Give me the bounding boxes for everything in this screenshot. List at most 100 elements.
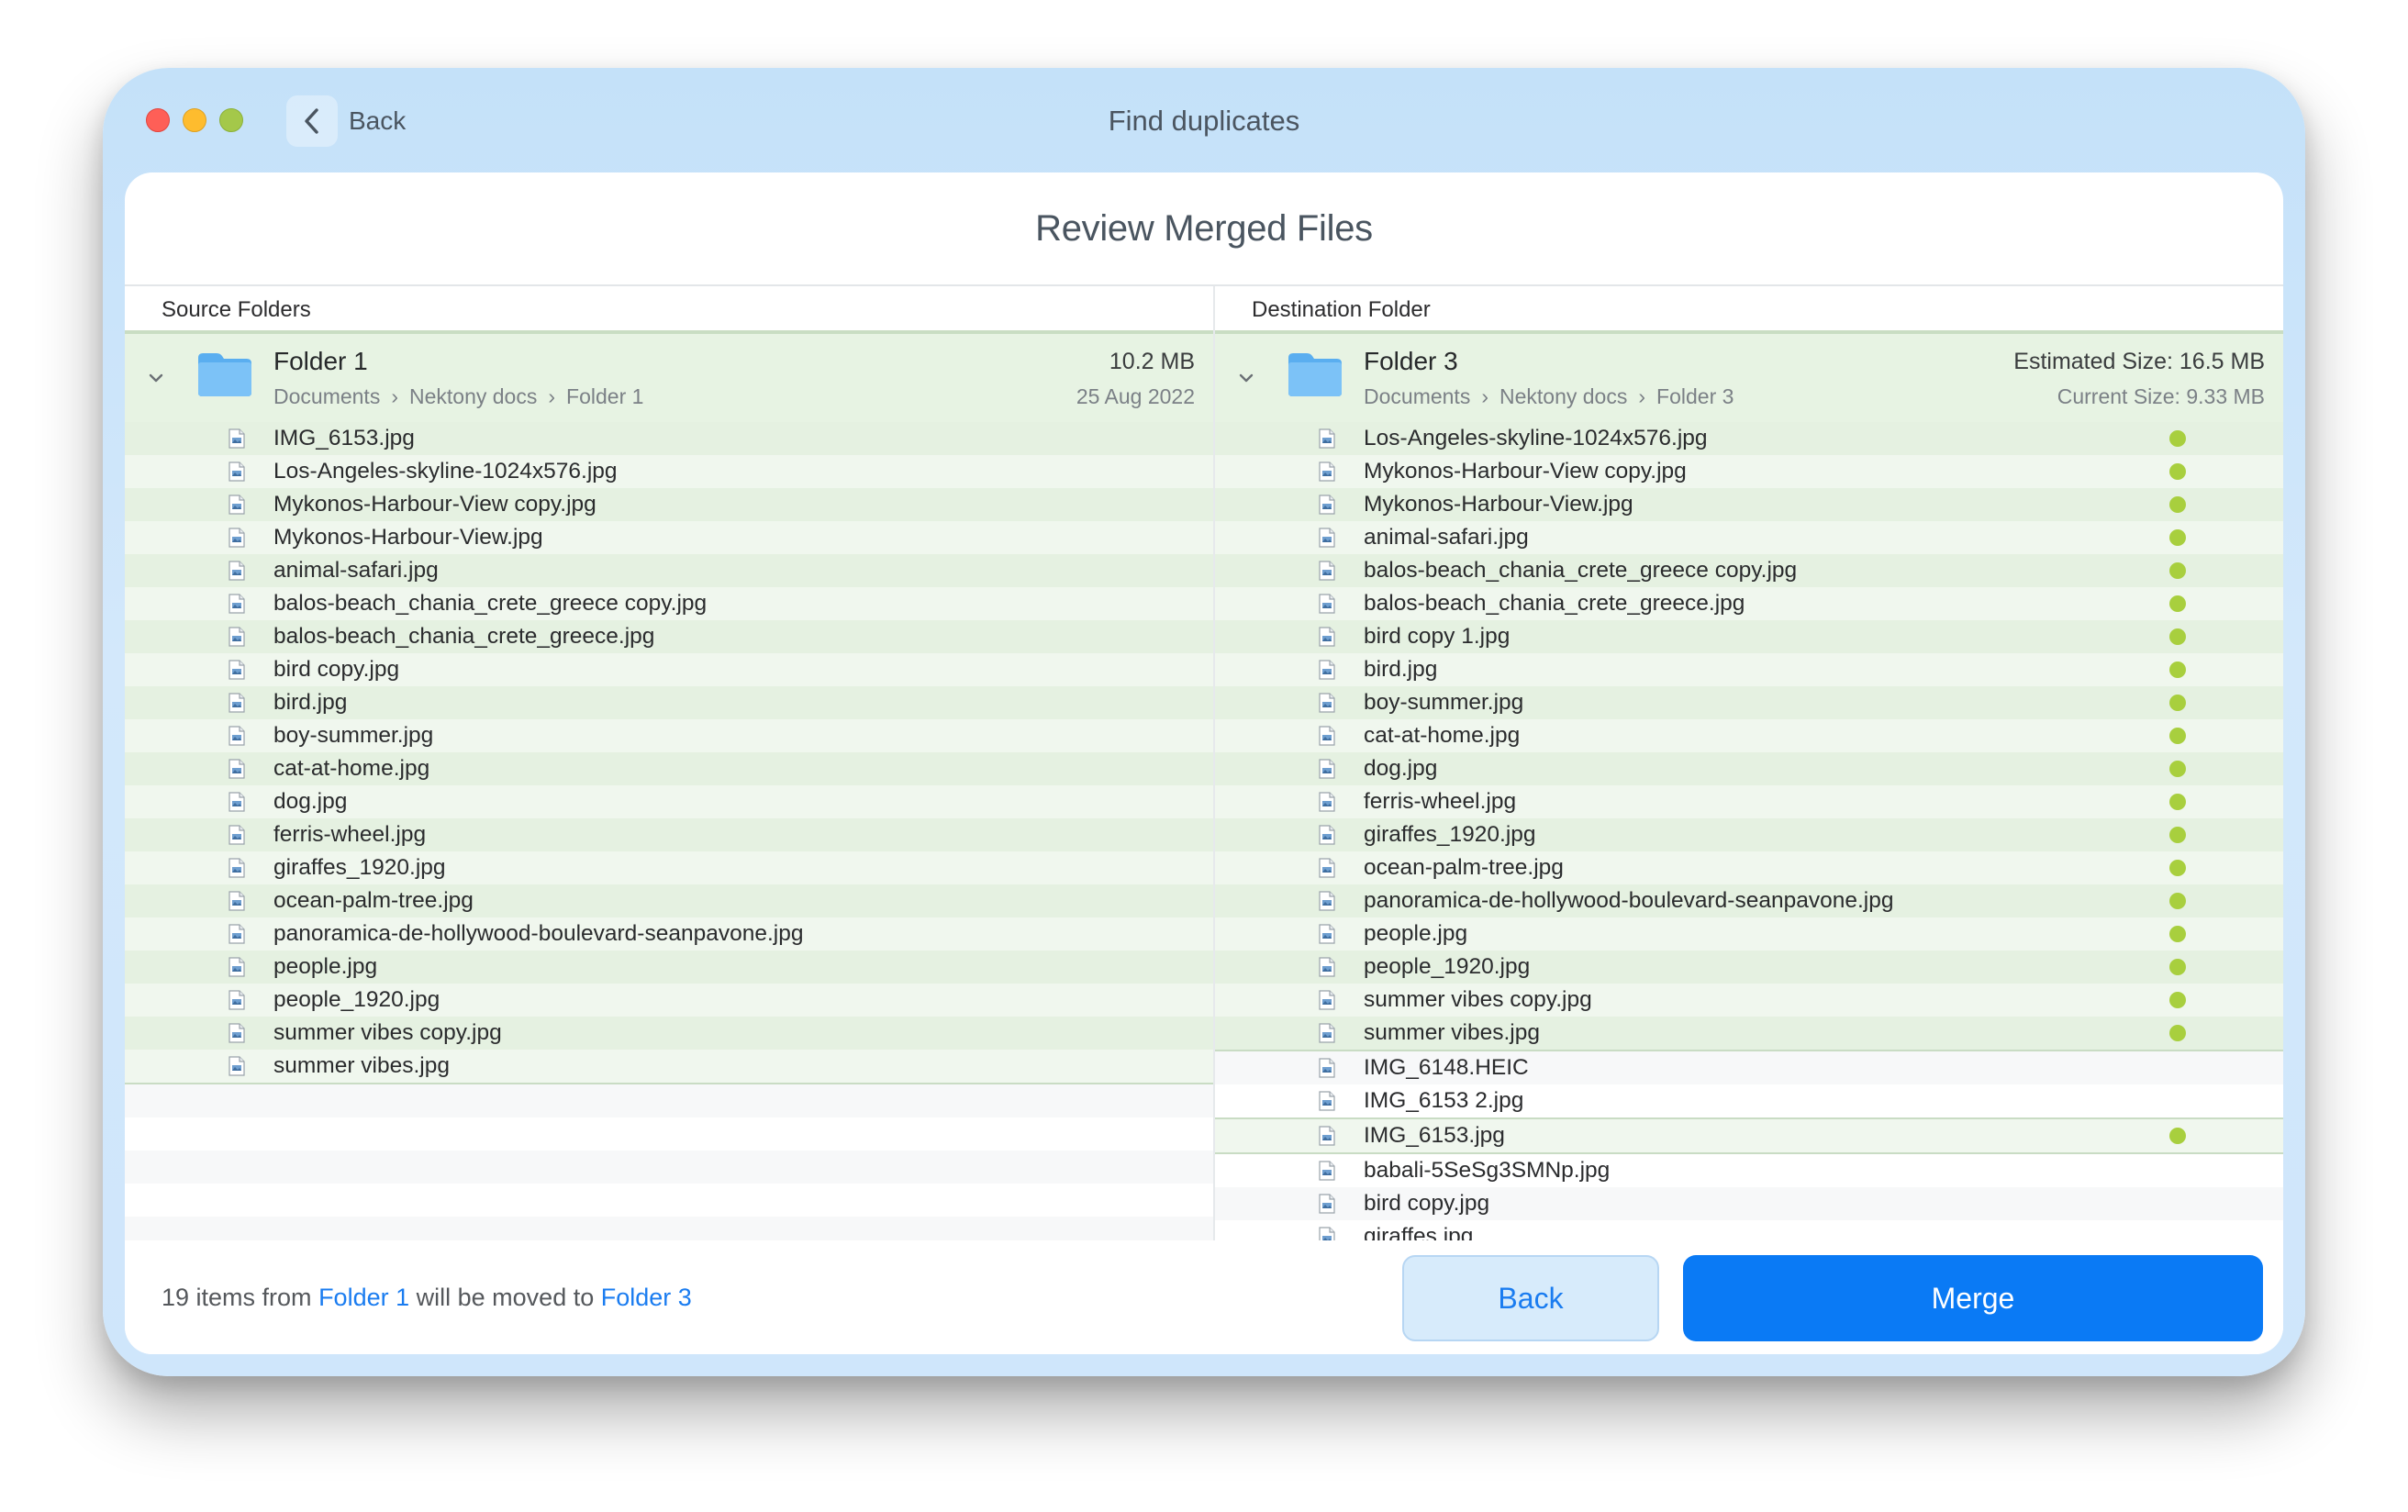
- file-name: ferris-wheel.jpg: [273, 822, 427, 847]
- chevron-down-icon[interactable]: [1235, 367, 1257, 389]
- file-row[interactable]: Mykonos-Harbour-View copy.jpg: [125, 488, 1213, 521]
- file-row[interactable]: IMG_6153.jpg: [1215, 1117, 2283, 1154]
- image-file-icon: [1319, 627, 1335, 647]
- file-row[interactable]: bird copy.jpg: [125, 653, 1213, 686]
- file-row[interactable]: boy-summer.jpg: [1215, 686, 2283, 719]
- file-row[interactable]: panoramica-de-hollywood-boulevard-seanpa…: [1215, 884, 2283, 917]
- image-file-icon: [1319, 461, 1335, 482]
- file-row[interactable]: summer vibes copy.jpg: [125, 1017, 1213, 1050]
- file-row[interactable]: bird copy.jpg: [1215, 1187, 2283, 1220]
- file-row[interactable]: boy-summer.jpg: [125, 719, 1213, 752]
- file-row[interactable]: ocean-palm-tree.jpg: [125, 884, 1213, 917]
- file-name: summer vibes copy.jpg: [1364, 987, 1592, 1012]
- merge-button[interactable]: Merge: [1683, 1255, 2263, 1341]
- file-name: bird copy.jpg: [1364, 1191, 1490, 1216]
- footer: 19 items from Folder 1 will be moved to …: [125, 1240, 2283, 1354]
- file-row[interactable]: panoramica-de-hollywood-boulevard-seanpa…: [125, 917, 1213, 951]
- file-name: Mykonos-Harbour-View copy.jpg: [1364, 459, 1687, 484]
- file-row[interactable]: dog.jpg: [125, 785, 1213, 818]
- moved-indicator-icon: [2169, 959, 2186, 975]
- file-row[interactable]: IMG_6153 2.jpg: [1215, 1084, 2283, 1117]
- file-row[interactable]: Los-Angeles-skyline-1024x576.jpg: [1215, 422, 2283, 455]
- path-segment: Nektony docs: [1499, 384, 1628, 408]
- file-name: dog.jpg: [1364, 756, 1438, 781]
- destination-folder-name: Folder 3: [1364, 347, 1458, 375]
- file-row[interactable]: people_1920.jpg: [1215, 951, 2283, 984]
- file-row[interactable]: giraffes_1920.jpg: [125, 851, 1213, 884]
- file-row[interactable]: ferris-wheel.jpg: [125, 818, 1213, 851]
- file-row[interactable]: giraffes.jpg: [1215, 1220, 2283, 1240]
- file-row[interactable]: Mykonos-Harbour-View.jpg: [125, 521, 1213, 554]
- destination-folder-row[interactable]: Folder 3 Documents › Nektony docs › Folder 3…: [1215, 334, 2283, 422]
- file-row[interactable]: balos-beach_chania_crete_greece.jpg: [1215, 587, 2283, 620]
- file-name: balos-beach_chania_crete_greece copy.jpg: [1364, 558, 1798, 583]
- file-row[interactable]: animal-safari.jpg: [1215, 521, 2283, 554]
- file-row[interactable]: babali-5SeSg3SMNp.jpg: [1215, 1154, 2283, 1187]
- file-row[interactable]: bird.jpg: [1215, 653, 2283, 686]
- file-row[interactable]: cat-at-home.jpg: [1215, 719, 2283, 752]
- file-row[interactable]: Los-Angeles-skyline-1024x576.jpg: [125, 455, 1213, 488]
- image-file-icon: [1319, 957, 1335, 977]
- image-file-icon: [229, 561, 245, 581]
- file-row[interactable]: summer vibes copy.jpg: [1215, 984, 2283, 1017]
- image-file-icon: [1319, 1091, 1335, 1111]
- file-name: ferris-wheel.jpg: [1364, 789, 1517, 814]
- file-row[interactable]: balos-beach_chania_crete_greece.jpg: [125, 620, 1213, 653]
- file-name: giraffes.jpg: [1364, 1224, 1474, 1240]
- image-file-icon: [1319, 495, 1335, 515]
- file-name: boy-summer.jpg: [273, 723, 434, 748]
- file-row[interactable]: summer vibes.jpg: [125, 1050, 1213, 1084]
- file-name: Los-Angeles-skyline-1024x576.jpg: [1364, 426, 1708, 450]
- file-row[interactable]: bird copy 1.jpg: [1215, 620, 2283, 653]
- image-file-icon: [1319, 1126, 1335, 1146]
- image-file-icon: [229, 528, 245, 548]
- image-file-icon: [229, 428, 245, 449]
- file-row[interactable]: people_1920.jpg: [125, 984, 1213, 1017]
- file-row[interactable]: balos-beach_chania_crete_greece copy.jpg: [125, 587, 1213, 620]
- file-name: boy-summer.jpg: [1364, 690, 1524, 715]
- image-file-icon: [1319, 561, 1335, 581]
- file-row[interactable]: ocean-palm-tree.jpg: [1215, 851, 2283, 884]
- image-file-icon: [229, 726, 245, 746]
- image-file-icon: [1319, 792, 1335, 812]
- file-name: Mykonos-Harbour-View.jpg: [273, 525, 543, 550]
- image-file-icon: [1319, 858, 1335, 878]
- chevron-down-icon[interactable]: [145, 367, 167, 389]
- estimated-size: Estimated Size: 16.5 MB: [2013, 349, 2265, 374]
- file-row[interactable]: IMG_6148.HEIC: [1215, 1051, 2283, 1084]
- file-name: dog.jpg: [273, 789, 348, 814]
- moved-indicator-icon: [2169, 695, 2186, 711]
- file-row[interactable]: ferris-wheel.jpg: [1215, 785, 2283, 818]
- file-row[interactable]: dog.jpg: [1215, 752, 2283, 785]
- file-row[interactable]: people.jpg: [1215, 917, 2283, 951]
- source-folder-path: Documents › Nektony docs › Folder 1: [273, 382, 643, 411]
- file-row[interactable]: Mykonos-Harbour-View.jpg: [1215, 488, 2283, 521]
- file-row[interactable]: Mykonos-Harbour-View copy.jpg: [1215, 455, 2283, 488]
- source-folder-row[interactable]: Folder 1 Documents › Nektony docs › Folder 1…: [125, 334, 1213, 422]
- file-row[interactable]: IMG_6153.jpg: [125, 422, 1213, 455]
- columns: Source Folders Folder 1 Documents › Nekton…: [125, 286, 2283, 1240]
- file-row[interactable]: animal-safari.jpg: [125, 554, 1213, 587]
- file-name: summer vibes.jpg: [1364, 1020, 1540, 1045]
- file-name: people.jpg: [1364, 921, 1468, 946]
- file-name: panoramica-de-hollywood-boulevard-seanpa…: [273, 921, 804, 946]
- file-name: people_1920.jpg: [273, 987, 440, 1012]
- file-row[interactable]: summer vibes.jpg: [1215, 1017, 2283, 1051]
- source-folder-link[interactable]: Folder 1: [318, 1284, 409, 1311]
- image-file-icon: [1319, 660, 1335, 680]
- path-separator-icon: ›: [1638, 384, 1646, 408]
- folder-icon: [198, 353, 251, 396]
- file-row[interactable]: people.jpg: [125, 951, 1213, 984]
- file-row[interactable]: bird.jpg: [125, 686, 1213, 719]
- destination-folder-link[interactable]: Folder 3: [601, 1284, 692, 1311]
- path-separator-icon: ›: [548, 384, 556, 408]
- image-file-icon: [229, 461, 245, 482]
- image-file-icon: [229, 627, 245, 647]
- file-row[interactable]: giraffes_1920.jpg: [1215, 818, 2283, 851]
- file-row[interactable]: balos-beach_chania_crete_greece copy.jpg: [1215, 554, 2283, 587]
- destination-file-list: Los-Angeles-skyline-1024x576.jpg Mykonos-…: [1215, 422, 2283, 1240]
- file-name: cat-at-home.jpg: [273, 756, 430, 781]
- file-row[interactable]: cat-at-home.jpg: [125, 752, 1213, 785]
- back-button[interactable]: Back: [1402, 1255, 1659, 1341]
- file-name: ocean-palm-tree.jpg: [1364, 855, 1564, 880]
